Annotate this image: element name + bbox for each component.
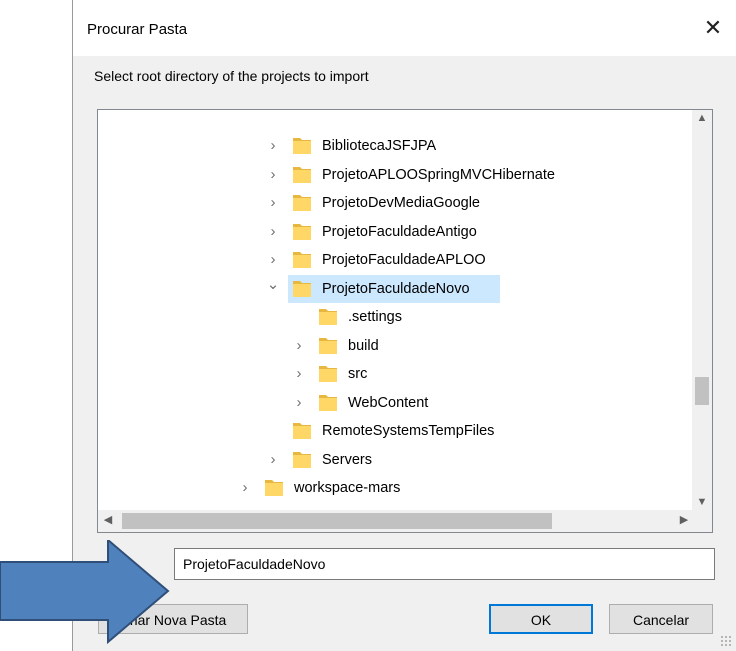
dialog-title: Procurar Pasta [87,21,188,38]
tree-item[interactable]: › Servers [271,446,688,474]
tree-item-label: RemoteSystemsTempFiles [322,423,495,439]
folder-icon [293,138,311,154]
chevron-right-icon[interactable]: › [266,189,280,217]
tree-item[interactable]: › ProjetoFaculdadeAntigo [271,218,688,246]
folder-tree[interactable]: › BibliotecaJSFJPA › ProjetoAPLOOSpringMVCH… [97,109,713,533]
folder-icon [293,451,311,468]
chevron-right-icon[interactable]: › [266,132,280,160]
tree-item-label: Servers [322,451,372,468]
scroll-right-icon[interactable]: ▶ [674,513,694,526]
tree-item[interactable]: RemoteSystemsTempFiles [288,417,688,445]
close-icon[interactable]: ✕ [693,10,733,46]
annotation-arrow-icon [0,540,170,645]
folder-name-input[interactable] [174,548,715,580]
scroll-up-icon[interactable]: ▲ [692,112,712,124]
scrollbar-corner [692,510,712,532]
horizontal-scroll-thumb[interactable] [122,513,552,529]
tree-item[interactable]: › ProjetoAPLOOSpringMVCHibernate [271,161,688,189]
tree-item-label: ProjetoFaculdadeAntigo [322,223,477,240]
chevron-right-icon[interactable]: › [238,474,252,502]
folder-icon [293,195,311,211]
tree-item-label: src [348,366,368,382]
tree-item[interactable]: › src [297,360,712,388]
folder-icon [293,223,311,240]
cancel-button[interactable]: Cancelar [609,604,713,634]
tree-item[interactable]: › BibliotecaJSFJPA [271,132,688,160]
folder-icon [319,366,337,382]
tree-item-label: ProjetoAPLOOSpringMVCHibernate [322,166,555,183]
title-bar: Procurar Pasta ✕ [73,0,736,56]
chevron-right-icon [292,303,306,331]
tree-item-label: WebContent [348,394,429,411]
tree-item[interactable]: ⌄ ProjetoFaculdadeNovo [267,274,500,303]
tree-item[interactable]: › ProjetoDevMediaGoogle [271,189,688,217]
chevron-right-icon[interactable]: › [292,360,306,388]
folder-icon [319,337,337,354]
tree-item[interactable]: .settings [314,303,712,331]
tree-item-label: BibliotecaJSFJPA [322,138,437,154]
instruction-text: Select root directory of the projects to… [94,68,369,84]
tree-item-label: ProjetoFaculdadeNovo [322,280,470,297]
tree-item[interactable]: › WebContent [297,389,712,417]
tree-item-label: build [348,337,379,354]
folder-icon [319,394,337,411]
folder-icon [293,166,311,183]
horizontal-scrollbar[interactable]: ◀ ▶ [98,510,694,532]
vertical-scrollbar[interactable]: ▲ ▼ [692,110,712,510]
chevron-right-icon[interactable]: › [266,161,280,189]
chevron-right-icon[interactable]: › [292,389,306,417]
folder-icon [265,480,283,496]
folder-icon [293,280,311,297]
tree-item-label: .settings [348,309,402,325]
chevron-down-icon[interactable]: ⌄ [266,271,280,299]
ok-button[interactable]: OK [489,604,593,634]
tree-item[interactable]: › build [297,332,712,360]
chevron-right-icon[interactable]: › [292,332,306,360]
chevron-right-icon[interactable]: › [266,446,280,474]
tree-item[interactable]: › workspace-mars [243,474,660,502]
scroll-left-icon[interactable]: ◀ [98,513,118,526]
tree-item-label: workspace-mars [294,480,401,496]
chevron-right-icon[interactable]: › [266,218,280,246]
folder-icon [319,309,337,325]
resize-grip-icon[interactable] [720,635,732,647]
scroll-down-icon[interactable]: ▼ [692,496,712,508]
folder-icon [293,423,311,439]
vertical-scroll-thumb[interactable] [695,377,709,405]
tree-item-label: ProjetoDevMediaGoogle [322,195,480,211]
tree-item-label: ProjetoFaculdadeAPLOO [322,252,486,268]
folder-icon [293,252,311,268]
tree-item[interactable]: › ProjetoFaculdadeAPLOO [271,246,688,274]
chevron-right-icon [266,417,280,445]
